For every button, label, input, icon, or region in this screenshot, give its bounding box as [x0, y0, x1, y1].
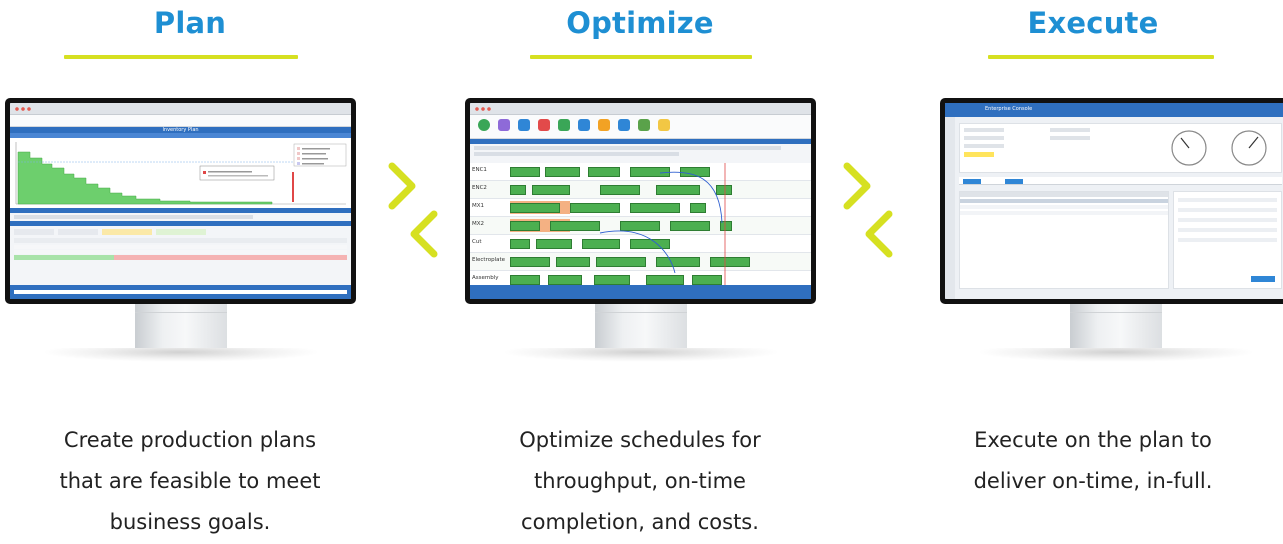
plan-caption-line: business goals.: [109, 510, 271, 534]
optimize-monitor: ENC1 ENC2 MX1 MX2 Cut Electroplate Assembly: [465, 98, 816, 362]
optimize-execute-arrows: [843, 162, 893, 258]
plan-optimize-arrows: [388, 162, 438, 258]
plan-title: Plan: [153, 6, 227, 40]
plan-inventory-chart: [10, 138, 351, 208]
optimize-caption-line: throughput, on-time: [534, 469, 746, 493]
execute-caption-line: Execute on the plan to: [974, 428, 1212, 452]
forward-chevron-icon: [388, 162, 416, 210]
backward-chevron-icon: [410, 210, 438, 258]
execute-column: Execute Enterprise Console Execute on th…: [903, 0, 1283, 544]
plan-caption: Create production plans that are feasibl…: [0, 420, 380, 543]
plan-column: Plan Inventory Plan Create production pl…: [0, 0, 380, 544]
execute-title: Execute: [1027, 6, 1159, 40]
execute-caption-line: deliver on-time, in-full.: [973, 469, 1213, 493]
plan-caption-line: that are feasible to meet: [59, 469, 321, 493]
optimize-title-underline: [530, 55, 752, 59]
backward-chevron-icon: [865, 210, 893, 258]
optimize-title: Optimize: [566, 6, 714, 40]
plan-screenshot: Inventory Plan: [10, 103, 351, 299]
optimize-screenshot: ENC1 ENC2 MX1 MX2 Cut Electroplate Assembly: [470, 103, 811, 299]
forward-chevron-icon: [843, 162, 871, 210]
gantt-chart: ENC1 ENC2 MX1 MX2 Cut Electroplate Assembly: [470, 163, 811, 291]
plan-caption-line: Create production plans: [63, 428, 317, 452]
execute-screenshot: Enterprise Console: [945, 103, 1283, 299]
execute-monitor: Enterprise Console: [940, 98, 1283, 362]
optimize-column: Optimize ENC1 ENC2 MX1 MX2 Cut Electropl…: [450, 0, 830, 544]
optimize-caption-line: Optimize schedules for: [519, 428, 761, 452]
optimize-caption-line: completion, and costs.: [521, 510, 759, 534]
execute-title-underline: [988, 55, 1214, 59]
execute-caption: Execute on the plan to deliver on-time, …: [903, 420, 1283, 502]
execute-screen-header: Enterprise Console: [985, 106, 1033, 112]
optimize-caption: Optimize schedules for throughput, on-ti…: [450, 420, 830, 543]
plan-monitor: Inventory Plan: [5, 98, 356, 362]
plan-title-underline: [64, 55, 298, 59]
